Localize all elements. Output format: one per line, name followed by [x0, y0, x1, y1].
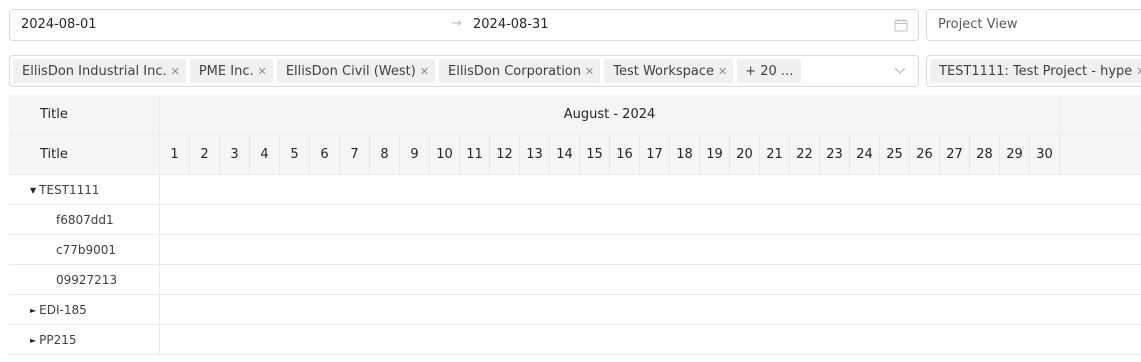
day-header-cell: 25 [880, 135, 910, 175]
day-header-cell: 22 [790, 135, 820, 175]
row-label: 09927213 [56, 273, 118, 287]
gantt-rows: ▼ TEST1111 f6807dd1 c77b9001 09927213 ► EDI-18… [9, 175, 1141, 355]
day-header-cell: 30 [1030, 135, 1060, 175]
day-header-cell: 8 [370, 135, 400, 175]
close-icon[interactable]: ✕ [585, 65, 594, 78]
day-header-cell: 4 [250, 135, 280, 175]
title-column-header: Title [9, 95, 160, 135]
task-title[interactable]: 09927213 [9, 265, 160, 295]
gantt-row[interactable]: f6807dd1 [9, 205, 1141, 235]
day-header-cell: 2 [190, 135, 220, 175]
day-header-cell: 3 [220, 135, 250, 175]
date-range-picker[interactable]: 2024-08-01 → 2024-08-31 [9, 9, 919, 41]
day-header-cell: 24 [850, 135, 880, 175]
row-label: PP215 [39, 333, 77, 347]
day-header-cell: 19 [700, 135, 730, 175]
chevron-down-icon[interactable] [894, 66, 906, 76]
range-separator-arrow: → [451, 16, 462, 31]
project-group-title[interactable]: ► EDI-185 [9, 295, 160, 325]
month-header: August - 2024 [160, 95, 1060, 135]
company-multiselect[interactable]: EllisDon Industrial Inc. ✕ PME Inc. ✕ El… [9, 55, 919, 87]
task-title[interactable]: f6807dd1 [9, 205, 160, 235]
task-title[interactable]: c77b9001 [9, 235, 160, 265]
gantt-row[interactable]: ► PP215 [9, 325, 1141, 355]
day-header-cell: 29 [1000, 135, 1030, 175]
title-column-header: Title [9, 135, 160, 175]
day-header-cell: 5 [280, 135, 310, 175]
company-tag-label: EllisDon Industrial Inc. [22, 63, 167, 79]
day-header-cell: 12 [490, 135, 520, 175]
project-select[interactable]: TEST1111: Test Project - hype ✕ [926, 55, 1141, 87]
row-label: f6807dd1 [56, 213, 114, 227]
row-label: TEST1111 [39, 183, 100, 197]
company-tag-label: EllisDon Corporation [448, 63, 581, 79]
day-header-row: 1 2 3 4 5 6 7 8 9 10 11 12 13 14 15 16 17 18 19 20 21 22 23 24 2… [160, 135, 1060, 175]
company-tag-label: EllisDon Civil (West) [285, 63, 416, 79]
close-icon[interactable]: ✕ [171, 65, 180, 78]
calendar-icon[interactable] [894, 18, 908, 32]
day-header-cell: 20 [730, 135, 760, 175]
more-tags-badge[interactable]: + 20 ... [737, 59, 802, 83]
day-header-cell: 28 [970, 135, 1000, 175]
range-end-input[interactable]: 2024-08-31 [473, 17, 549, 32]
header-filler [1060, 95, 1141, 135]
view-select[interactable]: Project View [926, 9, 1141, 41]
day-header-cell: 7 [340, 135, 370, 175]
company-tag[interactable]: EllisDon Civil (West) ✕ [276, 59, 436, 83]
close-icon[interactable]: ✕ [420, 65, 429, 78]
project-group-title[interactable]: ► PP215 [9, 325, 160, 355]
gantt-row[interactable]: ▼ TEST1111 [9, 175, 1141, 205]
company-tag-label: Test Workspace [613, 63, 715, 79]
view-select-value: Project View [938, 17, 1018, 32]
day-header-cell: 16 [610, 135, 640, 175]
caret-right-icon[interactable]: ► [30, 336, 36, 345]
range-start-input[interactable]: 2024-08-01 [21, 17, 97, 32]
project-group-title[interactable]: ▼ TEST1111 [9, 175, 160, 205]
row-label: c77b9001 [56, 243, 117, 257]
day-header-cell: 6 [310, 135, 340, 175]
project-tag[interactable]: TEST1111: Test Project - hype ✕ [930, 59, 1141, 83]
day-header-cell: 18 [670, 135, 700, 175]
day-header-cell: 26 [910, 135, 940, 175]
gantt-row[interactable]: ► EDI-185 [9, 295, 1141, 325]
row-label: EDI-185 [39, 303, 87, 317]
company-tag-label: PME Inc. [198, 63, 254, 79]
close-icon[interactable]: ✕ [718, 65, 727, 78]
day-header-cell: 27 [940, 135, 970, 175]
company-tag[interactable]: EllisDon Industrial Inc. ✕ [13, 59, 186, 83]
close-icon[interactable]: ✕ [1136, 65, 1141, 78]
gantt-chart: Title August - 2024 Title 1 2 3 4 5 6 7 8 9 10 11 1… [9, 95, 1141, 362]
header-filler [1060, 135, 1141, 175]
day-header-cell: 14 [550, 135, 580, 175]
day-header-cell: 21 [760, 135, 790, 175]
company-tag[interactable]: PME Inc. ✕ [189, 59, 273, 83]
day-header-cell: 10 [430, 135, 460, 175]
company-tag[interactable]: Test Workspace ✕ [604, 59, 734, 83]
close-icon[interactable]: ✕ [258, 65, 267, 78]
day-header-cell: 17 [640, 135, 670, 175]
company-tag[interactable]: EllisDon Corporation ✕ [439, 59, 601, 83]
project-tag-label: TEST1111: Test Project - hype [939, 63, 1133, 79]
day-header-cell: 1 [160, 135, 190, 175]
day-header-cell: 13 [520, 135, 550, 175]
caret-down-icon[interactable]: ▼ [30, 186, 36, 195]
day-header-cell: 11 [460, 135, 490, 175]
caret-right-icon[interactable]: ► [30, 306, 36, 315]
gantt-row[interactable]: c77b9001 [9, 235, 1141, 265]
day-header-cell: 23 [820, 135, 850, 175]
day-header-cell: 15 [580, 135, 610, 175]
gantt-row[interactable]: 09927213 [9, 265, 1141, 295]
day-header-cell: 9 [400, 135, 430, 175]
